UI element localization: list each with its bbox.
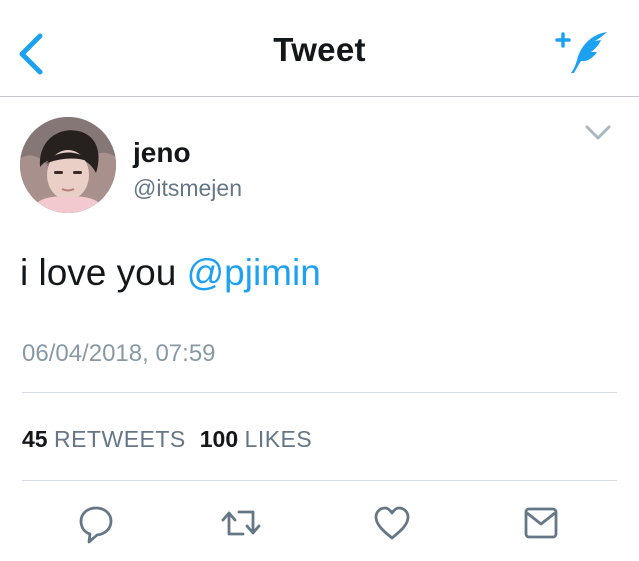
- retweet-icon: [221, 510, 261, 536]
- like-button[interactable]: [372, 500, 412, 546]
- chevron-down-icon: [585, 125, 611, 140]
- direct-message-button[interactable]: [521, 500, 561, 546]
- user-display-name[interactable]: jeno: [133, 137, 191, 169]
- reply-icon: [79, 506, 113, 544]
- reply-button[interactable]: [76, 500, 116, 546]
- likes-label: LIKES: [244, 426, 313, 452]
- compose-tweet-icon: [555, 32, 607, 73]
- avatar-photo: [20, 117, 116, 213]
- mention-link[interactable]: @pjimin: [187, 252, 321, 293]
- tweet-options-button[interactable]: [585, 124, 611, 142]
- likes-count: 100: [199, 426, 239, 452]
- retweets-count: 45: [22, 426, 48, 452]
- heart-icon: [374, 506, 410, 540]
- tweet-actions-bar: [0, 500, 639, 546]
- retweet-button[interactable]: [219, 500, 261, 546]
- user-handle[interactable]: @itsmejen: [133, 175, 242, 202]
- tweet-text-body: i love you: [20, 252, 187, 293]
- tweet-text: i love you @pjimin: [20, 252, 321, 294]
- divider: [22, 392, 617, 393]
- retweets-stat[interactable]: 45 RETWEETS: [22, 426, 186, 453]
- envelope-icon: [524, 507, 558, 539]
- retweets-label: RETWEETS: [53, 426, 186, 452]
- compose-tweet-button[interactable]: [553, 26, 611, 76]
- navigation-bar: Tweet: [0, 0, 639, 97]
- avatar[interactable]: [20, 117, 116, 213]
- page-title: Tweet: [273, 31, 366, 68]
- tweet-timestamp: 06/04/2018, 07:59: [22, 340, 216, 367]
- likes-stat[interactable]: 100 LIKES: [200, 426, 312, 453]
- divider: [22, 480, 617, 481]
- tweet-stats: 45 RETWEETS 100 LIKES: [22, 426, 326, 453]
